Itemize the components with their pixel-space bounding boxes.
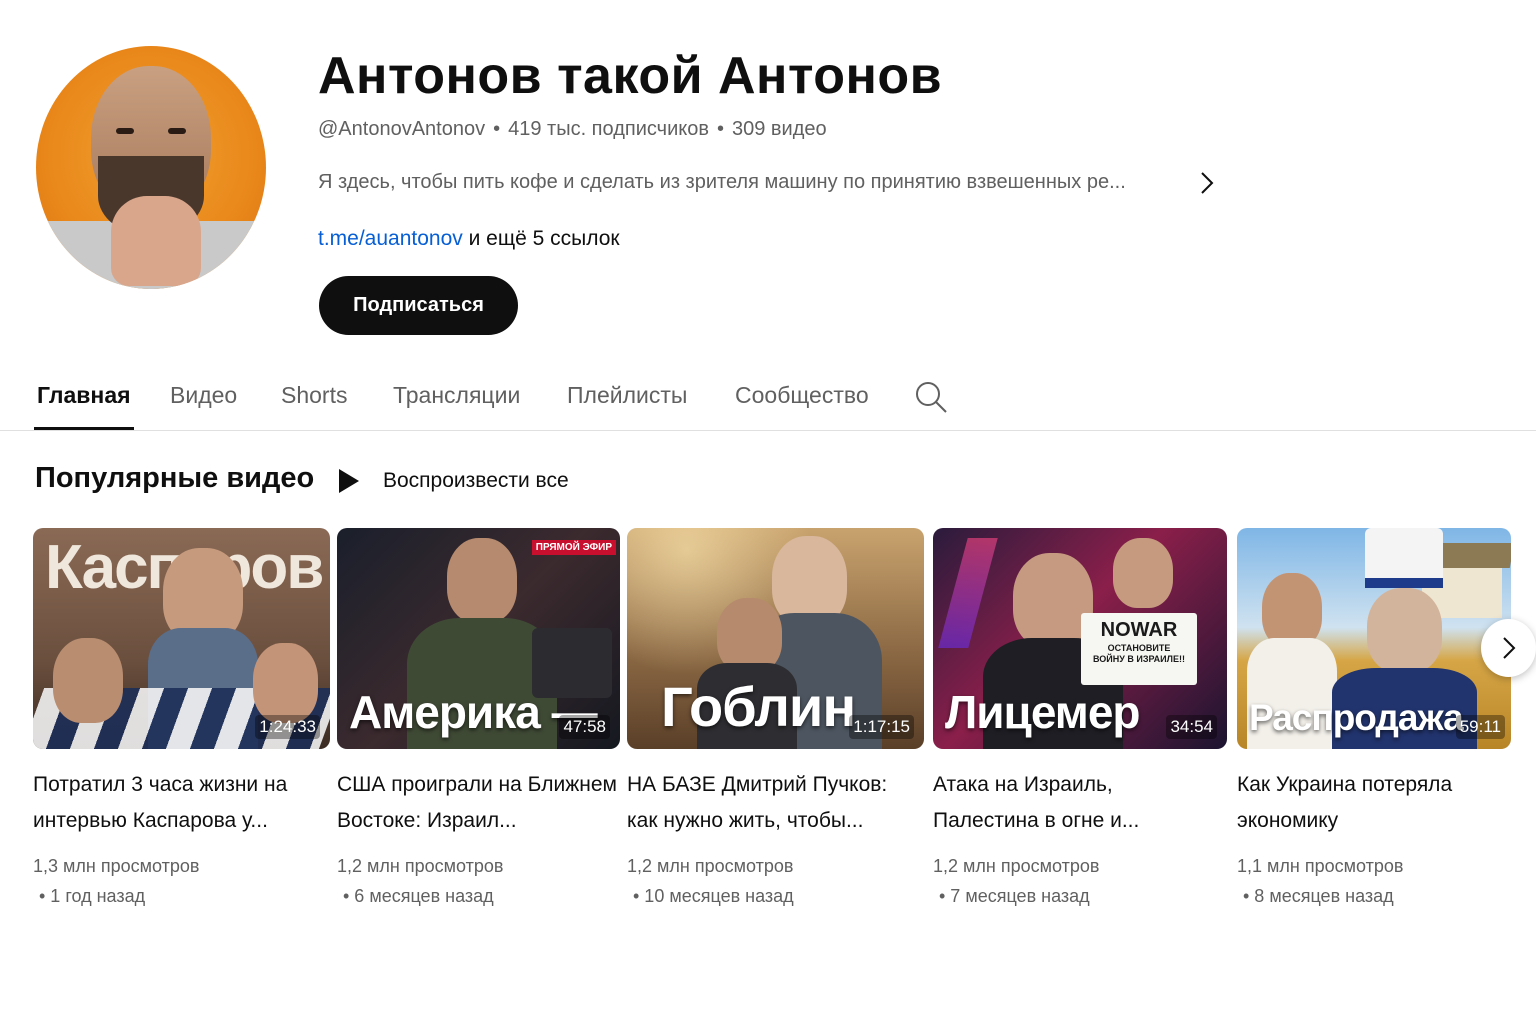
channel-links: t.me/auantonov и ещё 5 ссылок xyxy=(318,227,620,251)
video-views: 1,2 млн просмотров xyxy=(337,856,504,876)
thumbnail-headline: Распродажа xyxy=(1249,697,1464,738)
channel-tabs: Главная Видео Shorts Трансляции Плейлист… xyxy=(0,360,1536,431)
video-title[interactable]: Как Украина потеряла экономику xyxy=(1237,767,1507,839)
tab-live[interactable]: Трансляции xyxy=(393,382,520,430)
video-title[interactable]: Атака на Израиль, Палестина в огне и... xyxy=(933,767,1223,839)
video-thumbnail[interactable]: Распродажа 59:11 xyxy=(1237,528,1511,749)
more-links[interactable]: и ещё 5 ссылок xyxy=(469,227,620,250)
video-title[interactable]: США проиграли на Ближнем Востоке: Израил… xyxy=(337,767,627,839)
video-thumbnail[interactable]: NOWAR ОСТАНОВИТЕ ВОЙНУ В ИЗРАИЛЕ!! Лицем… xyxy=(933,528,1227,749)
video-age: • 8 месяцев назад xyxy=(1243,886,1394,906)
video-age: • 1 год назад xyxy=(39,886,146,906)
channel-avatar[interactable] xyxy=(36,46,266,289)
video-thumbnail[interactable]: ПРЯМОЙ ЭФИР Америка — 47:58 xyxy=(337,528,620,749)
video-age: • 7 месяцев назад xyxy=(939,886,1090,906)
play-icon xyxy=(339,469,359,493)
channel-description[interactable]: Я здесь, чтобы пить кофе и сделать из зр… xyxy=(318,171,1168,194)
video-age: • 10 месяцев назад xyxy=(633,886,794,906)
video-age: • 6 месяцев назад xyxy=(343,886,494,906)
video-duration: 34:54 xyxy=(1166,715,1217,739)
video-card[interactable]: ПРЯМОЙ ЭФИР Америка — 47:58 США проиграл… xyxy=(337,528,620,911)
channel-handle: @AntonovAntonov xyxy=(318,118,486,140)
chevron-right-icon xyxy=(1502,637,1515,659)
video-card[interactable]: NOWAR ОСТАНОВИТЕ ВОЙНУ В ИЗРАИЛЕ!! Лицем… xyxy=(933,528,1227,911)
video-views: 1,2 млн просмотров xyxy=(627,856,794,876)
thumbnail-headline: Гоблин xyxy=(661,675,856,738)
video-views: 1,3 млн просмотров xyxy=(33,856,200,876)
channel-title: Антонов такой Антонов xyxy=(318,47,943,105)
play-all-label: Воспроизвести все xyxy=(383,469,569,492)
video-count: 309 видео xyxy=(731,118,827,140)
subscriber-count: 419 тыс. подписчиков xyxy=(508,118,709,140)
section-title: Популярные видео xyxy=(35,462,315,494)
video-duration: 1:17:15 xyxy=(849,715,914,739)
chevron-right-icon[interactable] xyxy=(1196,170,1218,196)
sign-text: ОСТАНОВИТЕ ВОЙНУ В ИЗРАИЛЕ!! xyxy=(1093,643,1185,664)
video-title[interactable]: НА БАЗЕ Дмитрий Пучков: как нужно жить, … xyxy=(627,767,917,839)
video-thumbnail[interactable]: Гоблин 1:17:15 xyxy=(627,528,924,749)
video-card[interactable]: Каспаров 1:24:33 Потратил 3 часа жизни н… xyxy=(33,528,330,911)
video-card[interactable]: Распродажа 59:11 Как Украина потеряла эк… xyxy=(1237,528,1511,911)
tab-community[interactable]: Сообщество xyxy=(735,382,869,430)
video-thumbnail[interactable]: Каспаров 1:24:33 xyxy=(33,528,330,749)
video-views: 1,1 млн просмотров xyxy=(1237,856,1404,876)
tab-videos[interactable]: Видео xyxy=(170,382,237,430)
search-icon[interactable] xyxy=(914,380,948,414)
live-badge: ПРЯМОЙ ЭФИР xyxy=(531,540,616,555)
tab-shorts[interactable]: Shorts xyxy=(281,382,347,430)
video-duration: 59:11 xyxy=(1455,715,1505,739)
tab-playlists[interactable]: Плейлисты xyxy=(567,382,687,430)
sign-headline: NOWAR xyxy=(1100,619,1178,641)
video-views: 1,2 млн просмотров xyxy=(933,856,1100,876)
tab-home[interactable]: Главная xyxy=(34,382,134,430)
channel-link-telegram[interactable]: t.me/auantonov xyxy=(318,227,463,250)
carousel-next-button[interactable] xyxy=(1481,619,1536,677)
video-duration: 47:58 xyxy=(559,715,610,739)
channel-meta: @AntonovAntonov • 419 тыс. подписчиков • 309… xyxy=(318,118,827,140)
subscribe-button[interactable]: Подписаться xyxy=(319,276,518,335)
play-all-button[interactable]: Воспроизвести все xyxy=(337,464,569,498)
video-title[interactable]: Потратил 3 часа жизни на интервью Каспар… xyxy=(33,767,323,839)
video-duration: 1:24:33 xyxy=(255,715,320,739)
video-card[interactable]: Гоблин 1:17:15 НА БАЗЕ Дмитрий Пучков: к… xyxy=(627,528,924,911)
thumbnail-headline: Лицемер xyxy=(945,686,1141,738)
